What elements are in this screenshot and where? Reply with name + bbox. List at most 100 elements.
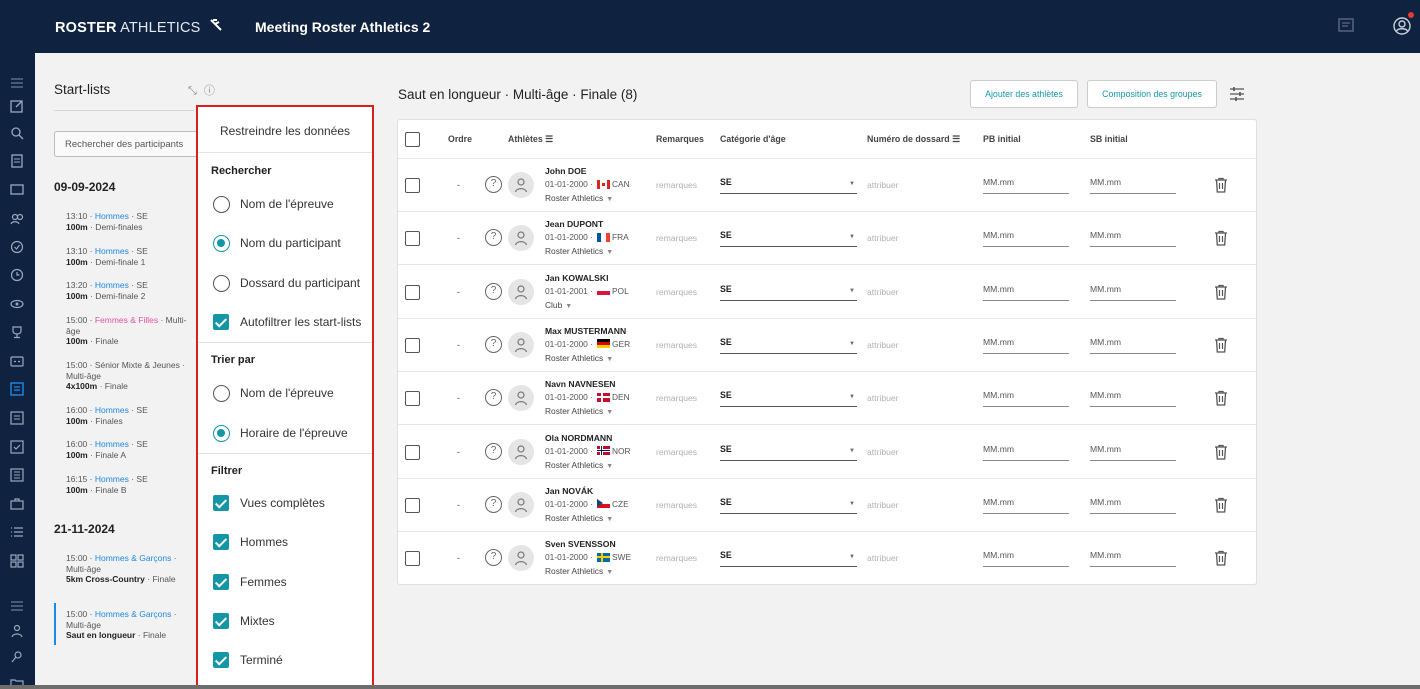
event-item[interactable]: 16:15 · Hommes · SE 100m · Finale B bbox=[66, 474, 196, 495]
age-category-select[interactable]: SE ▼ bbox=[720, 497, 857, 514]
delete-trash-icon[interactable] bbox=[1214, 550, 1228, 571]
pb-input[interactable]: MM.mm bbox=[983, 337, 1069, 354]
info-icon[interactable]: ⓘ bbox=[204, 85, 215, 97]
filter-men[interactable]: Hommes bbox=[213, 531, 288, 553]
menu-icon[interactable] bbox=[9, 75, 25, 91]
pb-input[interactable]: MM.mm bbox=[983, 444, 1069, 461]
row-checkbox[interactable] bbox=[405, 284, 420, 300]
remarks-input[interactable]: remarques bbox=[656, 393, 697, 403]
athlete-club-dropdown[interactable]: Roster Athletics ▼ bbox=[545, 460, 613, 470]
sb-input[interactable]: MM.mm bbox=[1090, 177, 1176, 194]
chat-icon[interactable] bbox=[1337, 17, 1355, 40]
person-icon[interactable] bbox=[9, 623, 25, 639]
list-icon[interactable] bbox=[9, 410, 25, 426]
bib-input[interactable]: attribuer bbox=[867, 393, 899, 403]
radio-sort-event-name[interactable]: Nom de l'épreuve bbox=[213, 382, 334, 404]
delete-trash-icon[interactable] bbox=[1214, 444, 1228, 465]
sb-input[interactable]: MM.mm bbox=[1090, 497, 1176, 514]
event-item-active[interactable]: 15:00 · Hommes & Garçons · Multi-âge Saut… bbox=[66, 609, 196, 641]
collapse-arrows-icon[interactable]: ⤡ bbox=[188, 85, 197, 97]
athlete-name[interactable]: Max MUSTERMANN bbox=[545, 326, 626, 336]
help-circle-icon[interactable]: ? bbox=[485, 442, 502, 460]
col-bib[interactable]: Numéro de dossard ☰ bbox=[867, 134, 960, 145]
age-category-select[interactable]: SE ▼ bbox=[720, 177, 857, 194]
bullet-list-icon[interactable] bbox=[9, 524, 25, 540]
radio-event-name[interactable]: Nom de l'épreuve bbox=[213, 193, 334, 215]
pb-input[interactable]: MM.mm bbox=[983, 550, 1069, 568]
age-category-select[interactable]: SE ▼ bbox=[720, 444, 857, 461]
person-search-icon[interactable] bbox=[9, 649, 25, 665]
column-settings-icon[interactable] bbox=[1228, 85, 1246, 108]
results-icon[interactable] bbox=[9, 467, 25, 483]
athlete-club-dropdown[interactable]: Roster Athletics ▼ bbox=[545, 513, 613, 523]
checkbox-checked[interactable] bbox=[213, 495, 229, 511]
age-category-select[interactable]: SE ▼ bbox=[720, 230, 857, 248]
row-checkbox[interactable] bbox=[405, 231, 420, 247]
delete-trash-icon[interactable] bbox=[1214, 230, 1228, 251]
event-item[interactable]: 16:00 · Hommes · SE 100m · Finale A bbox=[66, 439, 196, 460]
filter-women[interactable]: Femmes bbox=[213, 571, 287, 593]
pb-input[interactable]: MM.mm bbox=[983, 497, 1069, 514]
delete-trash-icon[interactable] bbox=[1214, 390, 1228, 411]
people-icon[interactable] bbox=[9, 211, 25, 227]
checkbox-checked[interactable] bbox=[213, 613, 229, 629]
menu-secondary-icon[interactable] bbox=[9, 598, 25, 614]
remarks-input[interactable]: remarques bbox=[656, 447, 697, 457]
row-checkbox[interactable] bbox=[405, 391, 420, 407]
radio-button[interactable] bbox=[213, 274, 230, 292]
radio-button-selected[interactable] bbox=[213, 234, 230, 252]
help-circle-icon[interactable]: ? bbox=[485, 282, 502, 300]
radio-button-selected[interactable] bbox=[213, 424, 230, 442]
checklist-icon[interactable] bbox=[9, 439, 25, 455]
filter-icon[interactable]: ☰ bbox=[952, 134, 960, 144]
pb-input[interactable]: MM.mm bbox=[983, 284, 1069, 301]
bib-input[interactable]: attribuer bbox=[867, 447, 899, 457]
sb-input[interactable]: MM.mm bbox=[1090, 444, 1176, 461]
bib-input[interactable]: attribuer bbox=[867, 340, 899, 350]
row-checkbox[interactable] bbox=[405, 551, 420, 567]
radio-button[interactable] bbox=[213, 195, 230, 213]
radio-button[interactable] bbox=[213, 384, 230, 402]
add-athletes-button[interactable]: Ajouter des athlètes bbox=[970, 80, 1078, 108]
checkbox-checked[interactable] bbox=[213, 534, 229, 550]
sb-input[interactable]: MM.mm bbox=[1090, 230, 1176, 248]
sb-input[interactable]: MM.mm bbox=[1090, 390, 1176, 408]
user-account-icon[interactable] bbox=[1392, 16, 1412, 41]
athlete-club-dropdown[interactable]: Club ▼ bbox=[545, 300, 572, 310]
select-all-checkbox[interactable] bbox=[405, 132, 420, 147]
remarks-input[interactable]: remarques bbox=[656, 553, 697, 563]
remarks-input[interactable]: remarques bbox=[656, 500, 697, 510]
athlete-name[interactable]: Jan KOWALSKI bbox=[545, 273, 609, 283]
filter-mixed[interactable]: Mixtes bbox=[213, 610, 275, 632]
checkbox-checked[interactable] bbox=[213, 652, 229, 668]
sb-input[interactable]: MM.mm bbox=[1090, 284, 1176, 301]
athlete-name[interactable]: Navn NAVNESEN bbox=[545, 379, 616, 389]
checkbox-checked[interactable] bbox=[213, 574, 229, 590]
help-circle-icon[interactable]: ? bbox=[485, 549, 502, 567]
age-category-select[interactable]: SE ▼ bbox=[720, 284, 857, 301]
filter-complete-views[interactable]: Vues complètes bbox=[213, 492, 325, 514]
trophy-icon[interactable] bbox=[9, 324, 25, 340]
radio-participant-bib[interactable]: Dossard du participant bbox=[213, 272, 360, 294]
participant-search-input[interactable]: Rechercher des participants bbox=[54, 131, 204, 157]
athlete-name[interactable]: Jean DUPONT bbox=[545, 219, 603, 229]
event-item[interactable]: 15:00 · Hommes & Garçons · Multi-âge 5km … bbox=[66, 553, 196, 585]
age-category-select[interactable]: SE ▼ bbox=[720, 550, 857, 568]
bib-input[interactable]: attribuer bbox=[867, 287, 899, 297]
clock-icon[interactable] bbox=[9, 267, 25, 283]
search-icon[interactable] bbox=[9, 125, 25, 141]
edit-icon[interactable] bbox=[9, 98, 25, 114]
event-item[interactable]: 15:00 · Femmes & Filles · Multi-âge 100m … bbox=[66, 315, 196, 347]
delete-trash-icon[interactable] bbox=[1214, 284, 1228, 305]
startlist-active-icon[interactable] bbox=[9, 381, 25, 397]
event-item[interactable]: 15:00 · Sénior Mixte & Jeunes · Multi-âg… bbox=[66, 360, 196, 392]
pb-input[interactable]: MM.mm bbox=[983, 177, 1069, 194]
brand-logo[interactable]: ROSTER ATHLETICS bbox=[55, 18, 223, 36]
athlete-club-dropdown[interactable]: Roster Athletics ▼ bbox=[545, 566, 613, 576]
delete-trash-icon[interactable] bbox=[1214, 337, 1228, 358]
bib-input[interactable]: attribuer bbox=[867, 180, 899, 190]
briefcase-icon[interactable] bbox=[9, 496, 25, 512]
age-category-select[interactable]: SE ▼ bbox=[720, 337, 857, 354]
event-item[interactable]: 13:10 · Hommes · SE 100m · Demi-finales bbox=[66, 211, 196, 232]
col-order[interactable]: Ordre bbox=[448, 134, 472, 144]
